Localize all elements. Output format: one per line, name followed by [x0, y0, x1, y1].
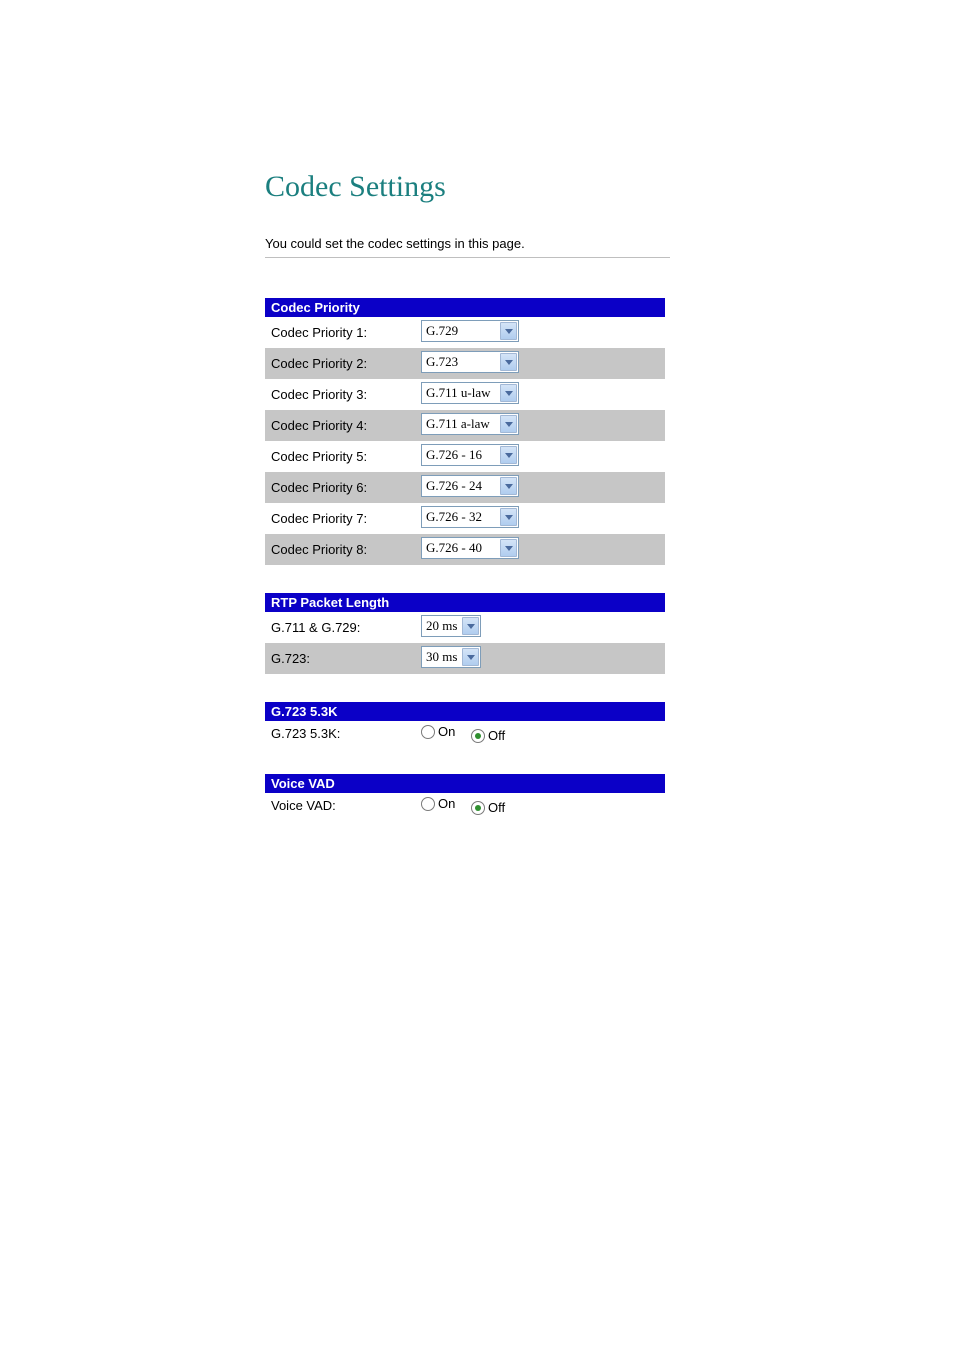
dropdown-value: G.726 - 24: [426, 478, 482, 494]
codec-priority-value-cell: G.726 - 24: [415, 472, 665, 503]
voice-vad-on-radio[interactable]: On: [421, 796, 455, 811]
g723-header: G.723 5.3K: [265, 702, 665, 721]
page-subtitle: You could set the codec settings in this…: [265, 236, 954, 251]
codec-priority-value-cell: G.729: [415, 317, 665, 348]
chevron-down-icon: [500, 322, 517, 340]
radio-icon: [421, 797, 435, 811]
codec-priority-label: Codec Priority 2:: [265, 348, 415, 379]
chevron-down-icon: [500, 508, 517, 526]
radio-icon: [421, 725, 435, 739]
voice-vad-on-label: On: [438, 796, 455, 811]
dropdown-value: G.726 - 40: [426, 540, 482, 556]
dropdown[interactable]: G.726 - 16: [421, 444, 519, 466]
g723-table: G.723 5.3K G.723 5.3K: On Off: [265, 702, 665, 746]
dropdown[interactable]: G.726 - 32: [421, 506, 519, 528]
codec-priority-value-cell: G.726 - 40: [415, 534, 665, 565]
voice-vad-off-radio[interactable]: Off: [471, 800, 505, 815]
chevron-down-icon: [500, 539, 517, 557]
dropdown[interactable]: 20 ms: [421, 615, 481, 637]
voice-vad-off-label: Off: [488, 800, 505, 815]
dropdown-value: G.726 - 32: [426, 509, 482, 525]
chevron-down-icon: [462, 648, 479, 666]
chevron-down-icon: [500, 477, 517, 495]
dropdown-value: 20 ms: [426, 618, 457, 634]
chevron-down-icon: [500, 384, 517, 402]
dropdown-value: G.726 - 16: [426, 447, 482, 463]
dropdown-value: G.723: [426, 354, 458, 370]
g723-label: G.723 5.3K:: [265, 721, 415, 746]
dropdown[interactable]: G.711 u-law: [421, 382, 519, 404]
chevron-down-icon: [500, 353, 517, 371]
divider: [265, 257, 670, 258]
dropdown[interactable]: G.711 a-law: [421, 413, 519, 435]
dropdown-value: G.711 u-law: [426, 385, 491, 401]
codec-priority-label: Codec Priority 6:: [265, 472, 415, 503]
codec-priority-label: Codec Priority 8:: [265, 534, 415, 565]
rtp-label: G.711 & G.729:: [265, 612, 415, 643]
chevron-down-icon: [500, 415, 517, 433]
rtp-header: RTP Packet Length: [265, 593, 665, 612]
codec-priority-value-cell: G.723: [415, 348, 665, 379]
rtp-value-cell: 30 ms: [415, 643, 665, 674]
codec-priority-label: Codec Priority 7:: [265, 503, 415, 534]
voice-vad-header: Voice VAD: [265, 774, 665, 793]
rtp-label: G.723:: [265, 643, 415, 674]
dropdown-value: G.711 a-law: [426, 416, 490, 432]
radio-icon: [471, 729, 485, 743]
codec-priority-value-cell: G.726 - 16: [415, 441, 665, 472]
chevron-down-icon: [462, 617, 479, 635]
g723-off-radio[interactable]: Off: [471, 728, 505, 743]
dropdown[interactable]: G.723: [421, 351, 519, 373]
codec-priority-value-cell: G.726 - 32: [415, 503, 665, 534]
dropdown-value: G.729: [426, 323, 458, 339]
dropdown[interactable]: 30 ms: [421, 646, 481, 668]
codec-priority-header: Codec Priority: [265, 298, 665, 317]
codec-priority-value-cell: G.711 u-law: [415, 379, 665, 410]
chevron-down-icon: [500, 446, 517, 464]
codec-priority-label: Codec Priority 5:: [265, 441, 415, 472]
voice-vad-table: Voice VAD Voice VAD: On Off: [265, 774, 665, 818]
g723-on-radio[interactable]: On: [421, 724, 455, 739]
codec-priority-label: Codec Priority 3:: [265, 379, 415, 410]
page-title: Codec Settings: [265, 170, 954, 204]
dropdown[interactable]: G.726 - 40: [421, 537, 519, 559]
rtp-table: RTP Packet Length G.711 & G.729: 20 ms G.7…: [265, 593, 665, 674]
rtp-value-cell: 20 ms: [415, 612, 665, 643]
dropdown[interactable]: G.729: [421, 320, 519, 342]
codec-priority-label: Codec Priority 4:: [265, 410, 415, 441]
codec-priority-value-cell: G.711 a-law: [415, 410, 665, 441]
dropdown[interactable]: G.726 - 24: [421, 475, 519, 497]
dropdown-value: 30 ms: [426, 649, 457, 665]
voice-vad-label: Voice VAD:: [265, 793, 415, 818]
g723-on-label: On: [438, 724, 455, 739]
codec-priority-table: Codec Priority Codec Priority 1: G.729 Cod…: [265, 298, 665, 565]
g723-off-label: Off: [488, 728, 505, 743]
radio-icon: [471, 801, 485, 815]
codec-priority-label: Codec Priority 1:: [265, 317, 415, 348]
